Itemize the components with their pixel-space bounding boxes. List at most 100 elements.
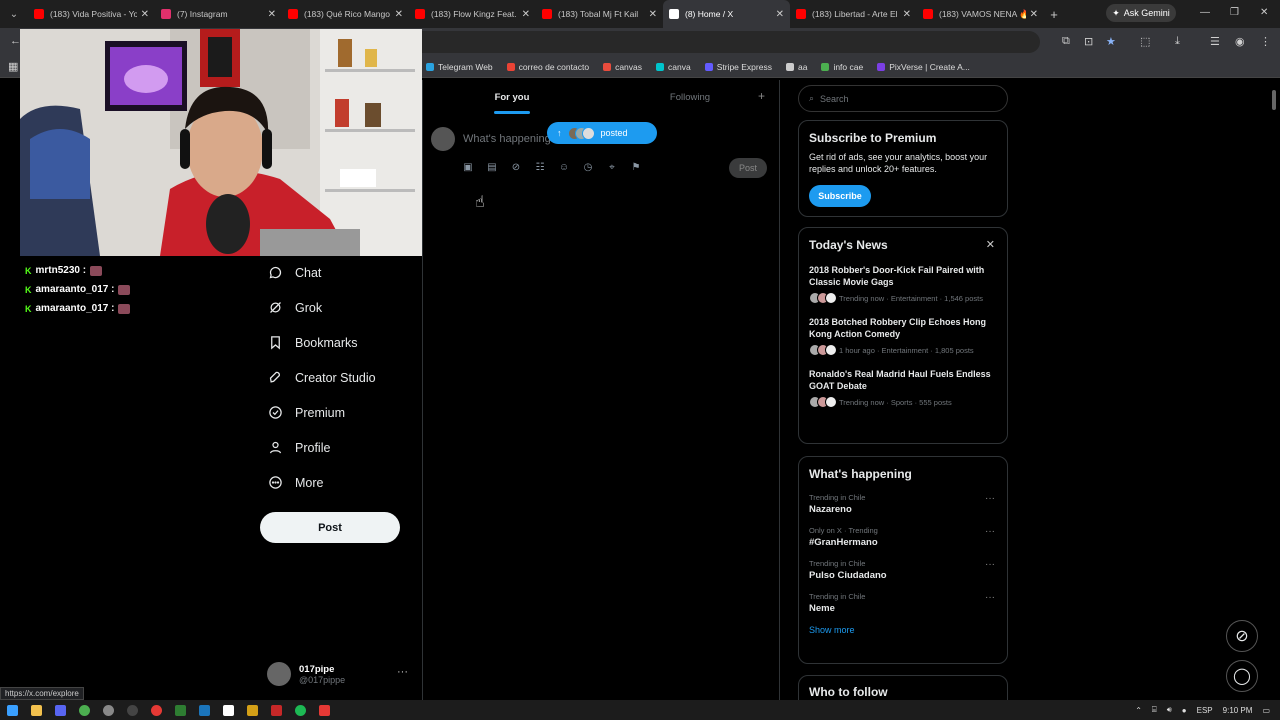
tab-following[interactable]: Following (601, 80, 779, 114)
grok-icon[interactable]: ⊘ (509, 160, 523, 174)
close-tab-icon[interactable]: ✕ (1030, 9, 1038, 20)
record-icon[interactable] (144, 700, 168, 720)
trend-item[interactable]: Trending in Chile Nazareno ··· (809, 493, 997, 515)
bookmark-item[interactable]: Telegram Web (426, 62, 493, 72)
profile-icon[interactable]: ◉ (1235, 35, 1245, 48)
language-indicator[interactable]: ESP (1197, 706, 1213, 715)
bookmark-item[interactable]: canva (656, 62, 691, 72)
browser-tab[interactable]: (7) Instagram ✕ (155, 0, 282, 28)
close-tab-icon[interactable]: ✕ (903, 9, 911, 20)
trend-item[interactable]: Trending in Chile Pulso Ciudadano ··· (809, 559, 997, 581)
bookmark-item[interactable]: PixVerse | Create A... (877, 62, 970, 72)
news-item[interactable]: 2018 Robber's Door-Kick Fail Paired with… (809, 264, 997, 304)
bookmark-star-icon[interactable]: ★ (1106, 35, 1116, 48)
close-tab-icon[interactable]: ✕ (649, 9, 657, 20)
more-horizontal-icon[interactable]: ··· (985, 559, 995, 570)
news-item[interactable]: 2018 Botched Robbery Clip Echoes Hong Ko… (809, 316, 997, 356)
network-icon[interactable]: ⌸ (1152, 705, 1157, 715)
composer-post-button[interactable]: Post (729, 158, 767, 178)
capcut-icon[interactable] (216, 700, 240, 720)
bookmark-item[interactable]: Stripe Express (704, 62, 772, 72)
bookmark-item[interactable]: info cae (821, 62, 863, 72)
tab-for-you[interactable]: For you (423, 80, 601, 114)
close-tab-icon[interactable]: ✕ (268, 9, 276, 20)
new-tab-button[interactable]: + (1044, 7, 1064, 22)
nav-item-profile[interactable]: Profile (260, 430, 420, 465)
maximize-icon[interactable]: ❐ (1230, 7, 1239, 18)
app-icon[interactable] (312, 700, 336, 720)
tab-groups-icon[interactable]: ☰ (1210, 35, 1220, 48)
browser-tab[interactable]: (183) Libertad - Arte El ✕ (790, 0, 917, 28)
bookmark-item[interactable]: aa (785, 62, 807, 72)
nav-item-bookmarks[interactable]: Bookmarks (260, 325, 420, 360)
chrome-icon[interactable] (72, 700, 96, 720)
location-icon[interactable]: ⌖ (605, 160, 619, 174)
new-posts-pill[interactable]: ↑ posted (547, 122, 657, 144)
extensions-icon[interactable]: ⬚ (1140, 35, 1150, 48)
more-horizontal-icon[interactable]: ··· (397, 666, 408, 678)
start-icon[interactable] (0, 700, 24, 720)
more-horizontal-icon[interactable]: ··· (985, 493, 995, 504)
minimize-icon[interactable]: — (1200, 7, 1210, 18)
close-tab-icon[interactable]: ✕ (395, 9, 403, 20)
apps-icon[interactable]: ▦ (8, 60, 18, 73)
flag-icon[interactable]: ⚑ (629, 160, 643, 174)
translate-icon[interactable]: ⧉ (1062, 35, 1070, 48)
notification-icon[interactable]: ▭ (1262, 706, 1270, 715)
image-icon[interactable]: ▣ (461, 160, 475, 174)
account-switcher[interactable]: 017pipe @017pippe ··· (267, 660, 412, 688)
messages-fab[interactable]: ◯ (1226, 660, 1258, 692)
mic-icon[interactable]: ● (1182, 706, 1187, 715)
more-horizontal-icon[interactable]: ··· (985, 592, 995, 603)
post-button[interactable]: Post (260, 512, 400, 543)
close-tab-icon[interactable]: ✕ (141, 9, 149, 20)
gif-icon[interactable]: ▤ (485, 160, 499, 174)
nav-item-creator-studio[interactable]: Creator Studio (260, 360, 420, 395)
download-icon[interactable]: ⤓ (1175, 35, 1180, 48)
menu-icon[interactable]: ⋮ (1260, 35, 1271, 48)
nav-item-chat[interactable]: Chat (260, 255, 420, 290)
spotify-icon[interactable] (288, 700, 312, 720)
news-item[interactable]: Ronaldo's Real Madrid Haul Fuels Endless… (809, 368, 997, 408)
scrollbar[interactable] (1270, 82, 1278, 698)
nav-item-premium[interactable]: Premium (260, 395, 420, 430)
chevron-up-icon[interactable]: ⌃ (1135, 706, 1142, 715)
app-icon[interactable] (264, 700, 288, 720)
close-tab-icon[interactable]: ✕ (522, 9, 530, 20)
add-tab-icon[interactable]: + (758, 89, 765, 103)
obs-icon[interactable] (120, 700, 144, 720)
nav-item-more[interactable]: More (260, 465, 420, 500)
close-window-icon[interactable]: ✕ (1260, 7, 1268, 18)
more-horizontal-icon[interactable]: ··· (985, 526, 995, 537)
scrollbar-thumb[interactable] (1272, 90, 1276, 110)
settings-icon[interactable] (96, 700, 120, 720)
close-icon[interactable]: ✕ (986, 238, 995, 251)
browser-tab[interactable]: (8) Home / X ✕ (663, 0, 790, 28)
trend-item[interactable]: Only on X · Trending #GranHermano ··· (809, 526, 997, 548)
search-input[interactable]: ⌕ Search (798, 85, 1008, 112)
show-more-link[interactable]: Show more (809, 625, 997, 635)
browser-tab[interactable]: (183) Qué Rico Mango ✕ (282, 0, 409, 28)
steam-icon[interactable] (192, 700, 216, 720)
volume-icon[interactable]: 🔊︎ (1167, 705, 1172, 715)
composer-input[interactable]: What's happening (463, 133, 551, 145)
poll-icon[interactable]: ☷ (533, 160, 547, 174)
browser-tab[interactable]: (183) VAMOS NENA 🔥 ✕ (917, 0, 1044, 28)
trend-item[interactable]: Trending in Chile Neme ··· (809, 592, 997, 614)
nav-item-grok[interactable]: Grok (260, 290, 420, 325)
app-icon[interactable] (240, 700, 264, 720)
subscribe-button[interactable]: Subscribe (809, 185, 871, 207)
browser-tab[interactable]: (183) Tobal Mj Ft Kail ✕ (536, 0, 663, 28)
install-icon[interactable]: ⊡ (1084, 35, 1093, 48)
ask-gemini-button[interactable]: ✦ Ask Gemini (1106, 4, 1176, 22)
discord-icon[interactable] (48, 700, 72, 720)
grok-fab[interactable]: ⊘ (1226, 620, 1258, 652)
bookmark-item[interactable]: canvas (603, 62, 642, 72)
emoji-icon[interactable]: ☺ (557, 160, 571, 174)
browser-tab[interactable]: (183) Flow Kingz Feat. ✕ (409, 0, 536, 28)
tab-search-icon[interactable]: ⌄ (0, 0, 28, 28)
explorer-icon[interactable] (24, 700, 48, 720)
app-icon[interactable] (168, 700, 192, 720)
schedule-icon[interactable]: ◷ (581, 160, 595, 174)
clock[interactable]: 9:10 PM (1223, 706, 1253, 715)
